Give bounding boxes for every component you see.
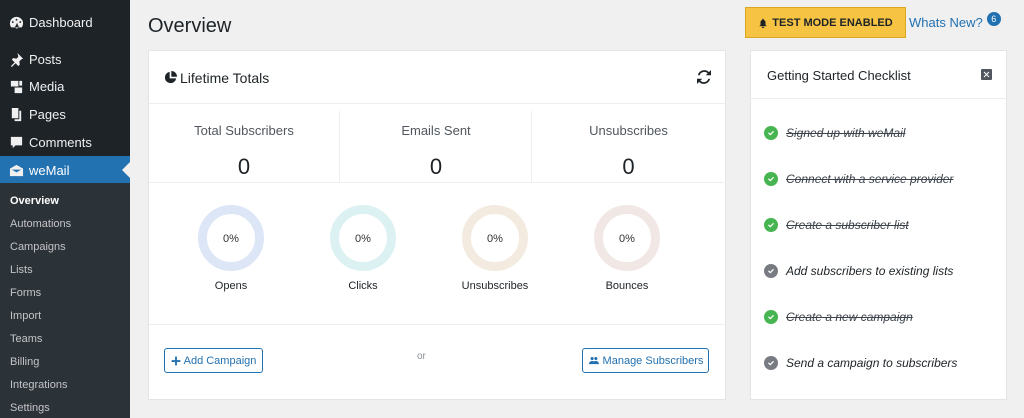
checklist-header: Getting Started Checklist	[751, 51, 1006, 99]
close-icon[interactable]	[981, 69, 992, 80]
menu-item-pages[interactable]: Pages	[0, 100, 130, 128]
whats-new-count-badge: 6	[986, 11, 1001, 26]
menu-item-posts[interactable]: Posts	[0, 45, 130, 73]
menu-item-comments[interactable]: Comments	[0, 128, 130, 156]
checklist-item-label: Connect with a service provider	[786, 172, 954, 186]
stat-emails-sent: Emails Sent 0	[341, 111, 532, 183]
check-circle-icon	[764, 310, 778, 324]
menu-item-media[interactable]: Media	[0, 72, 130, 100]
stat-value: 0	[237, 154, 251, 179]
menu-item-dashboard[interactable]: Dashboard	[0, 8, 130, 36]
wemail-submenu: Overview Automations Campaigns Lists For…	[0, 183, 130, 418]
submenu-settings[interactable]: Settings	[10, 401, 50, 415]
check-circle-icon	[764, 126, 778, 140]
whats-new-label: Whats New?	[909, 15, 983, 30]
comment-icon	[8, 134, 24, 150]
submenu-integrations[interactable]: Integrations	[10, 378, 67, 392]
stat-value: 0	[622, 154, 635, 179]
pie-chart-icon	[164, 71, 177, 84]
checklist-item-label: Signed up with weMail	[786, 126, 906, 140]
menu-label: Posts	[29, 51, 62, 67]
checklist-item-label: Create a subscriber list	[786, 218, 909, 232]
opens-label: Opens	[214, 280, 248, 292]
getting-started-checklist-card: Getting Started Checklist Signed up with…	[750, 50, 1007, 400]
menu-item-wemail[interactable]: weMail	[0, 156, 130, 184]
stat-label: Emails Sent	[401, 123, 471, 138]
plus-icon	[171, 356, 180, 365]
checklist-item: Create a new campaign	[764, 310, 913, 324]
pending-check-icon	[764, 264, 778, 278]
or-separator: or	[417, 351, 426, 362]
checklist-item: Connect with a service provider	[764, 172, 953, 186]
bell-icon	[759, 18, 768, 28]
bounces-value: 0%	[619, 233, 635, 245]
stat-label: Unsubscribes	[589, 123, 668, 138]
refresh-icon[interactable]	[697, 70, 711, 84]
menu-label: weMail	[29, 162, 70, 178]
dashboard-icon	[8, 14, 24, 30]
submenu-lists[interactable]: Lists	[10, 263, 33, 277]
admin-sidebar: Dashboard Posts Media Pages Comments weM…	[0, 0, 130, 418]
submenu-campaigns[interactable]: Campaigns	[10, 240, 66, 254]
checklist-item: Signed up with weMail	[764, 126, 905, 140]
unsubscribes-label: Unsubscribes	[461, 280, 529, 292]
envelope-icon	[8, 162, 24, 178]
menu-label: Media	[29, 78, 65, 94]
checklist-item: Send a campaign to subscribers	[764, 356, 957, 370]
page-title: Overview	[148, 15, 232, 37]
submenu-forms[interactable]: Forms	[10, 286, 41, 300]
submenu-billing[interactable]: Billing	[10, 355, 39, 369]
pin-icon	[8, 51, 24, 67]
checklist-item: Add subscribers to existing lists	[764, 264, 953, 278]
checklist-item: Create a subscriber list	[764, 218, 909, 232]
lifetime-totals-header: Lifetime Totals	[149, 51, 725, 104]
submenu-teams[interactable]: Teams	[10, 332, 42, 346]
media-icon	[8, 78, 24, 94]
checklist-item-label: Send a campaign to subscribers	[786, 356, 958, 370]
lifetime-totals-card: Lifetime Totals Total Subscribers 0 Emai…	[148, 50, 726, 400]
test-mode-label: TEST MODE ENABLED	[772, 16, 893, 29]
whats-new-link[interactable]: Whats New? 6	[909, 11, 1001, 30]
lifetime-totals-title: Lifetime Totals	[180, 70, 270, 86]
manage-subscribers-label: Manage Subscribers	[602, 354, 704, 367]
stat-value: 0	[429, 154, 443, 179]
unsubscribes-value: 0%	[487, 233, 503, 245]
check-circle-icon	[764, 172, 778, 186]
bounces-label: Bounces	[605, 280, 649, 292]
submenu-overview[interactable]: Overview	[10, 194, 59, 208]
opens-value: 0%	[223, 233, 239, 245]
menu-label: Comments	[29, 134, 92, 150]
checklist-title: Getting Started Checklist	[767, 68, 911, 83]
add-campaign-label: Add Campaign	[183, 354, 257, 367]
clicks-value: 0%	[355, 233, 371, 245]
test-mode-button[interactable]: TEST MODE ENABLED	[745, 7, 906, 38]
pages-icon	[8, 106, 24, 122]
submenu-automations[interactable]: Automations	[10, 217, 71, 231]
clicks-label: Clicks	[348, 280, 378, 292]
menu-label: Pages	[29, 106, 66, 122]
checklist-item-label: Create a new campaign	[786, 310, 913, 324]
submenu-import[interactable]: Import	[10, 309, 41, 323]
menu-label: Dashboard	[29, 14, 93, 30]
divider	[149, 324, 725, 325]
manage-subscribers-button[interactable]: Manage Subscribers	[582, 348, 709, 373]
users-icon	[588, 356, 599, 364]
check-circle-icon	[764, 218, 778, 232]
stat-unsubscribes: Unsubscribes 0	[533, 111, 724, 183]
pending-check-icon	[764, 356, 778, 370]
stat-label: Total Subscribers	[194, 123, 294, 138]
stat-total-subscribers: Total Subscribers 0	[149, 111, 340, 183]
add-campaign-button[interactable]: Add Campaign	[164, 348, 263, 373]
checklist-item-label: Add subscribers to existing lists	[786, 264, 954, 278]
